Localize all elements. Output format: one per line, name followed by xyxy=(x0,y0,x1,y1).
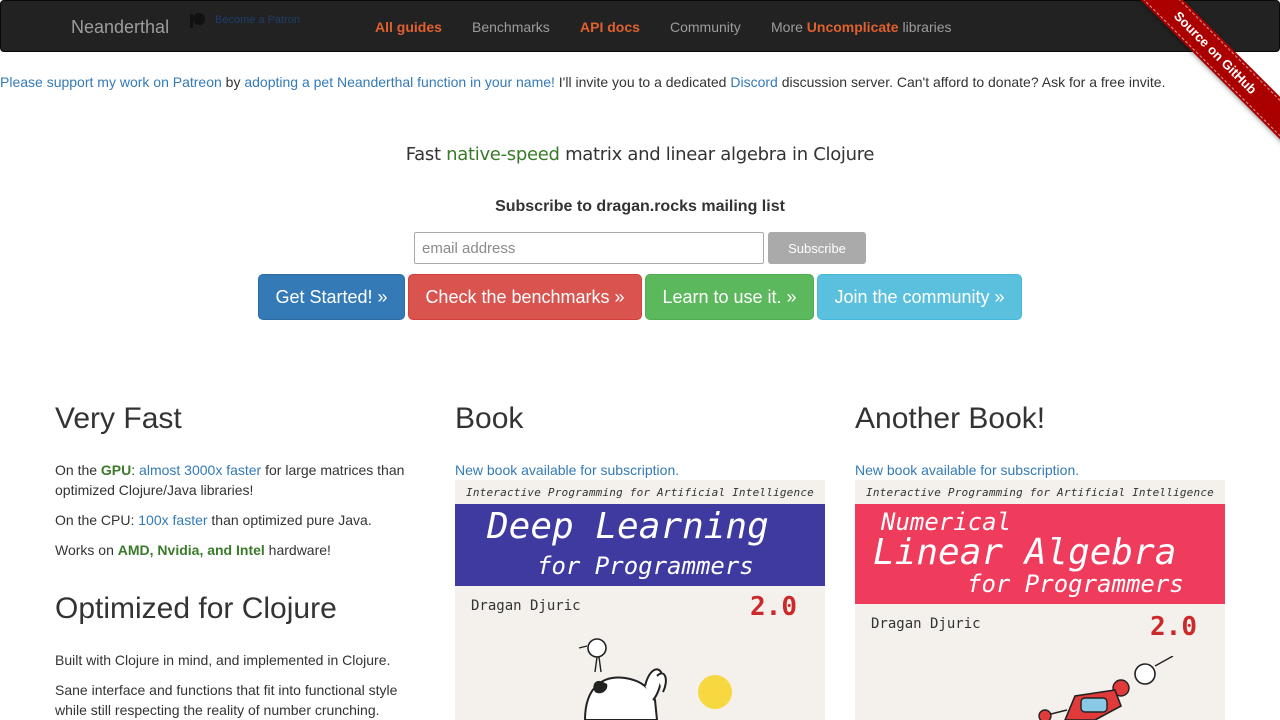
deep-learning-book-cover[interactable]: Interactive Programming for Artificial I… xyxy=(455,480,825,720)
another-book-heading: Another Book! xyxy=(855,402,1046,435)
cpu-text-b: than optimized pure Java. xyxy=(207,512,372,528)
cover-title-line2: for Programmers xyxy=(537,552,754,580)
optimized-heading: Optimized for Clojure xyxy=(55,592,337,625)
nav-more-highlight: Uncomplicate xyxy=(806,19,899,35)
tagline-post: matrix and linear algebra in Clojure xyxy=(559,144,875,165)
nav-more-suffix: libraries xyxy=(898,19,952,35)
book-heading: Book xyxy=(455,402,524,435)
cover-author: Dragan Djuric xyxy=(871,616,981,632)
cover-version: 2.0 xyxy=(750,592,797,622)
dog-bird-illustration-icon xyxy=(578,638,732,720)
cover-title-line1: Linear Algebra xyxy=(873,532,1177,573)
nav-more-libraries[interactable]: More Uncomplicate libraries xyxy=(771,18,952,36)
another-book-subscription-link[interactable]: New book available for subscription. xyxy=(855,462,1079,478)
get-started-button[interactable]: Get Started! » xyxy=(258,274,405,320)
patreon-icon xyxy=(190,13,205,28)
book-series: Interactive Programming for Artificial I… xyxy=(466,486,814,499)
patreon-support-link[interactable]: Please support my work on Patreon xyxy=(0,74,222,90)
book-series: Interactive Programming for Artificial I… xyxy=(866,486,1214,499)
very-fast-heading: Very Fast xyxy=(55,402,182,435)
book-column: Book New book available for subscription… xyxy=(455,400,825,720)
cover-version: 2.0 xyxy=(1150,612,1197,642)
hw-text-b: AMD, Nvidia, and Intel xyxy=(117,542,265,558)
cpu-text-a: On the CPU: xyxy=(55,512,139,528)
interface-paragraph: Sane interface and functions that fit in… xyxy=(55,682,398,718)
learn-button[interactable]: Learn to use it. » xyxy=(645,274,814,320)
subscribe-button[interactable]: Subscribe xyxy=(768,232,866,264)
tagline-pre: Fast xyxy=(405,144,447,165)
nav-more-prefix: More xyxy=(771,19,807,35)
join-community-button[interactable]: Join the community » xyxy=(817,274,1022,320)
email-input[interactable] xyxy=(414,232,764,264)
hw-text-c: hardware! xyxy=(264,542,331,558)
cpu-paragraph: On the CPU: 100x faster than optimized p… xyxy=(55,510,372,530)
support-message: Please support my work on Patreon by ado… xyxy=(0,73,1165,91)
linear-algebra-book-cover[interactable]: Interactive Programming for Artificial I… xyxy=(855,480,1225,720)
support-text-3: discussion server. Can't afford to donat… xyxy=(777,74,1166,90)
nav-api-docs[interactable]: API docs xyxy=(580,18,640,36)
github-ribbon-link[interactable]: Source on GitHub xyxy=(1130,0,1280,144)
support-text-1: by xyxy=(221,74,245,90)
another-book-column: Another Book! New book available for sub… xyxy=(855,400,1225,720)
robot-illustration-icon xyxy=(1038,656,1174,720)
very-fast-column: Very Fast On the GPU: almost 3000x faste… xyxy=(55,400,425,720)
adopt-function-link[interactable]: adopting a pet Neanderthal function in y… xyxy=(244,74,555,90)
subscribe-title: Subscribe to dragan.rocks mailing list xyxy=(495,198,785,215)
cover-author: Dragan Djuric xyxy=(471,598,581,614)
gpu-paragraph: On the GPU: almost 3000x faster for larg… xyxy=(55,460,425,500)
brand-link[interactable]: Neanderthal xyxy=(71,17,169,37)
gpu-text-b: GPU xyxy=(100,462,132,478)
tagline: Fast native-speed matrix and linear alge… xyxy=(0,144,1280,165)
cover-title-line1: Deep Learning xyxy=(487,506,769,547)
nav-community[interactable]: Community xyxy=(670,18,741,36)
support-text-2: I'll invite you to a dedicated xyxy=(554,74,731,90)
discord-link[interactable]: Discord xyxy=(730,74,777,90)
cover-title-line2: for Programmers xyxy=(967,570,1184,598)
nav-all-guides[interactable]: All guides xyxy=(375,18,442,36)
check-benchmarks-button[interactable]: Check the benchmarks » xyxy=(408,274,642,320)
nav-benchmarks[interactable]: Benchmarks xyxy=(472,18,550,36)
hw-text-a: Works on xyxy=(55,542,118,558)
gpu-text-a: On the xyxy=(55,462,101,478)
tagline-green: native-speed xyxy=(446,144,560,165)
hardware-paragraph: Works on AMD, Nvidia, and Intel hardware… xyxy=(55,540,331,560)
top-navbar: Neanderthal Become a Patron All guides B… xyxy=(0,0,1280,52)
cpu-benchmark-link[interactable]: 100x faster xyxy=(138,512,207,528)
clojure-paragraph: Built with Clojure in mind, and implemen… xyxy=(55,652,391,668)
book-subscription-link[interactable]: New book available for subscription. xyxy=(455,462,679,478)
gpu-text-c: : xyxy=(131,462,140,478)
gpu-benchmark-link[interactable]: almost 3000x faster xyxy=(139,462,261,478)
patreon-label: Become a Patron xyxy=(215,14,300,26)
